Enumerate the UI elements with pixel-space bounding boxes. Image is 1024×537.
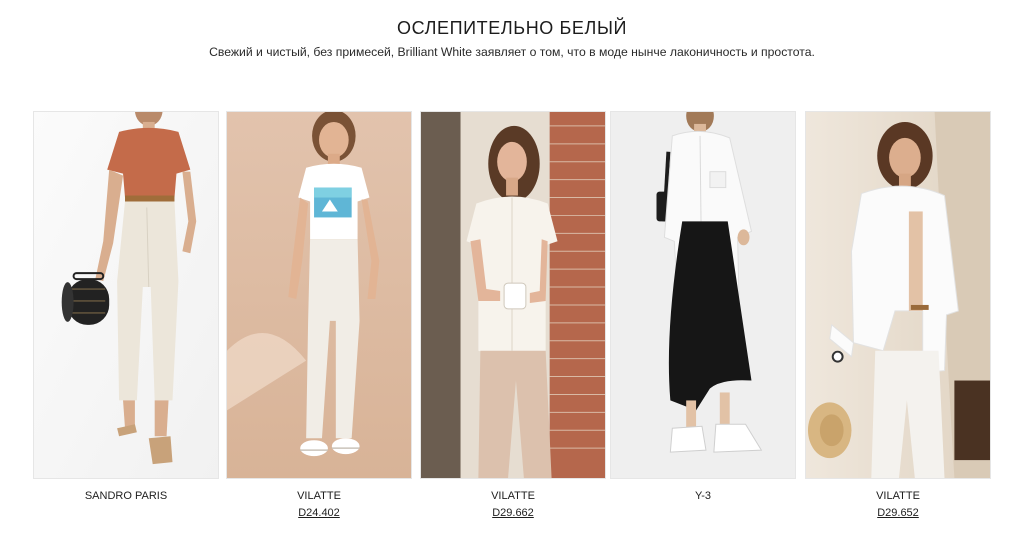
product-brand[interactable]: VILATTE <box>805 490 991 502</box>
product-card[interactable]: VILATTE D29.652 <box>805 111 991 520</box>
product-collection-page: ОСЛЕПИТЕЛЬНО БЕЛЫЙ Свежий и чистый, без … <box>0 0 1024 537</box>
fashion-photo-5 <box>806 112 990 478</box>
product-photo[interactable] <box>33 111 219 479</box>
fashion-photo-3 <box>421 112 605 478</box>
product-price[interactable]: D29.662 <box>420 507 606 519</box>
product-photo[interactable] <box>805 111 991 479</box>
product-price[interactable]: D29.652 <box>805 507 991 519</box>
product-card[interactable]: VILATTE D24.402 <box>226 111 412 520</box>
product-photo[interactable] <box>420 111 606 479</box>
product-card[interactable]: VILATTE D29.662 <box>420 111 606 520</box>
product-brand[interactable]: SANDRO PARIS <box>33 490 219 502</box>
collection-title: ОСЛЕПИТЕЛЬНО БЕЛЫЙ <box>396 18 628 38</box>
product-card[interactable]: SANDRO PARIS <box>33 111 219 520</box>
fashion-photo-4 <box>611 112 795 478</box>
product-brand[interactable]: Y-3 <box>610 490 796 502</box>
product-photo[interactable] <box>610 111 796 479</box>
product-brand[interactable]: VILATTE <box>420 490 606 502</box>
fashion-photo-2 <box>227 112 411 478</box>
product-card[interactable]: Y-3 <box>610 111 796 520</box>
fashion-photo-1 <box>34 112 218 478</box>
collection-description: Свежий и чистый, без примесей, Brilliant… <box>209 45 815 59</box>
product-brand[interactable]: VILATTE <box>226 490 412 502</box>
product-photo[interactable] <box>226 111 412 479</box>
product-price[interactable]: D24.402 <box>226 507 412 519</box>
